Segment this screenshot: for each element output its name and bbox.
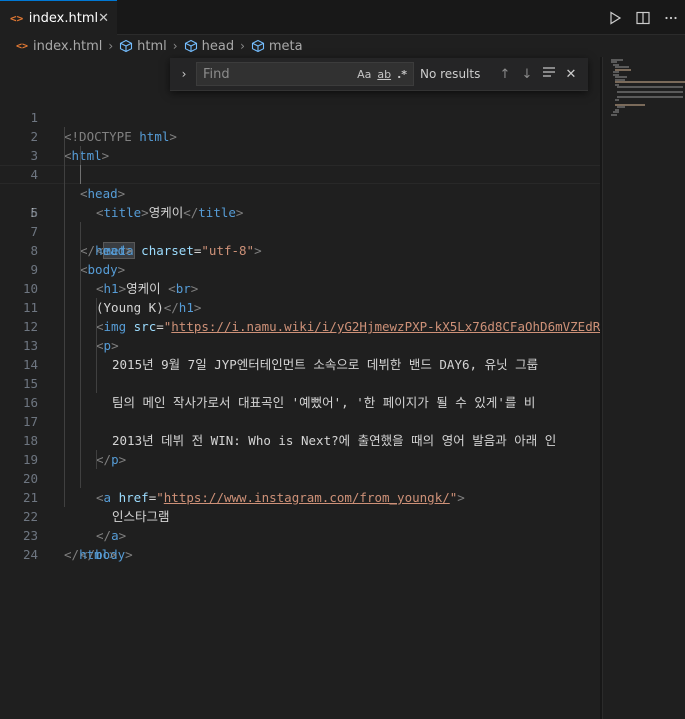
code-line: 21 </a> [0,469,600,543]
code-line: 18 [0,412,600,448]
code-line: 17 </p> [0,393,600,467]
previous-match-arrow-up-icon[interactable]: ↑ [494,67,516,82]
minimap[interactable] [602,57,685,719]
code-line: 16 2013년 데뷔 전 WIN: Who is Next?에 출연했을 때의… [0,374,600,448]
code-line: 14 팀의 메인 작사가로서 대표곡인 '예뻤어', '한 페이지가 될 수 있… [0,336,600,410]
code-line: 24 [0,526,600,562]
html-file-icon: <> [16,40,29,52]
find-in-selection-icon[interactable] [538,66,560,82]
code-line: 22 </body> [0,488,600,562]
code-line: 3 <head> [0,127,600,201]
run-icon[interactable] [607,10,623,26]
code-line: 7 <body> [0,203,600,277]
match-case-icon[interactable]: Aa [357,68,371,81]
split-editor-icon[interactable] [635,10,651,26]
code-line: 10 <img src="https://i.namu.wiki/i/yG2Hj… [0,260,600,334]
symbol-element-icon [251,39,265,53]
code-line: 9 (Young K)</h1> [0,241,600,315]
close-icon[interactable]: ✕ [98,11,109,26]
code-line: 13 [0,317,600,353]
breadcrumb-item-head[interactable]: head [184,39,234,54]
breadcrumb: <> index.html › html › head › meta [0,35,685,57]
code-line: 19 <a href="https://www.instagram.com/fr… [0,431,600,505]
code-line: 15 [0,355,600,391]
find-input-box: Aa ab .* [196,62,414,86]
code-line: 23 </html> [0,507,600,562]
breadcrumb-item-file[interactable]: <> index.html [16,39,102,54]
symbol-element-icon [184,39,198,53]
more-actions-icon[interactable] [663,10,679,26]
tab-bar: <> index.html ✕ [0,0,685,35]
find-input[interactable] [197,65,358,83]
tab-index-html[interactable]: <> index.html ✕ [0,0,117,35]
breadcrumb-item-meta[interactable]: meta [251,39,303,54]
code-line: 4 <title>영케이</title> [0,146,600,220]
chevron-right-icon: › [240,39,245,53]
code-line: 6 </head> [0,184,600,258]
code-line: 20 인스타그램 [0,450,600,524]
breadcrumb-label: head [201,38,235,54]
code-line-active: 5 <meta charset="utf-8"> [0,165,600,259]
find-widget: › Aa ab .* No results ↑ ↓ ✕ [170,58,588,91]
regex-icon[interactable]: .* [397,68,407,81]
breadcrumb-label: meta [268,38,303,54]
html-file-icon: <> [10,11,24,25]
breadcrumb-item-html[interactable]: html [119,39,167,54]
chevron-right-icon: › [108,39,114,53]
breadcrumb-label: index.html [33,38,103,54]
whole-word-icon[interactable]: ab [377,68,391,81]
next-match-arrow-down-icon[interactable]: ↓ [516,67,538,82]
editor-actions [607,0,679,35]
code-line: 1 <!DOCTYPE html> [0,89,600,144]
code-line: 2 <html> [0,108,600,163]
find-results-status: No results [420,67,481,81]
line-number: 24 [22,547,38,562]
symbol-element-icon [119,39,133,53]
code-editor[interactable]: 1 <!DOCTYPE html> 2 <html> 3 <head> 4 <t… [0,89,600,562]
code-line: 12 2015년 9월 7일 JYP엔터테인먼트 소속으로 데뷔한 밴드 DAY… [0,298,600,372]
code-line: 11 <p> [0,279,600,353]
tab-label: index.html [28,10,99,26]
close-find-icon[interactable]: ✕ [560,67,582,82]
breadcrumb-label: html [137,38,167,54]
toggle-replace-chevron-icon[interactable]: › [174,67,194,81]
code-line: 8 <h1>영케이 <br> [0,222,600,296]
chevron-right-icon: › [172,39,178,53]
